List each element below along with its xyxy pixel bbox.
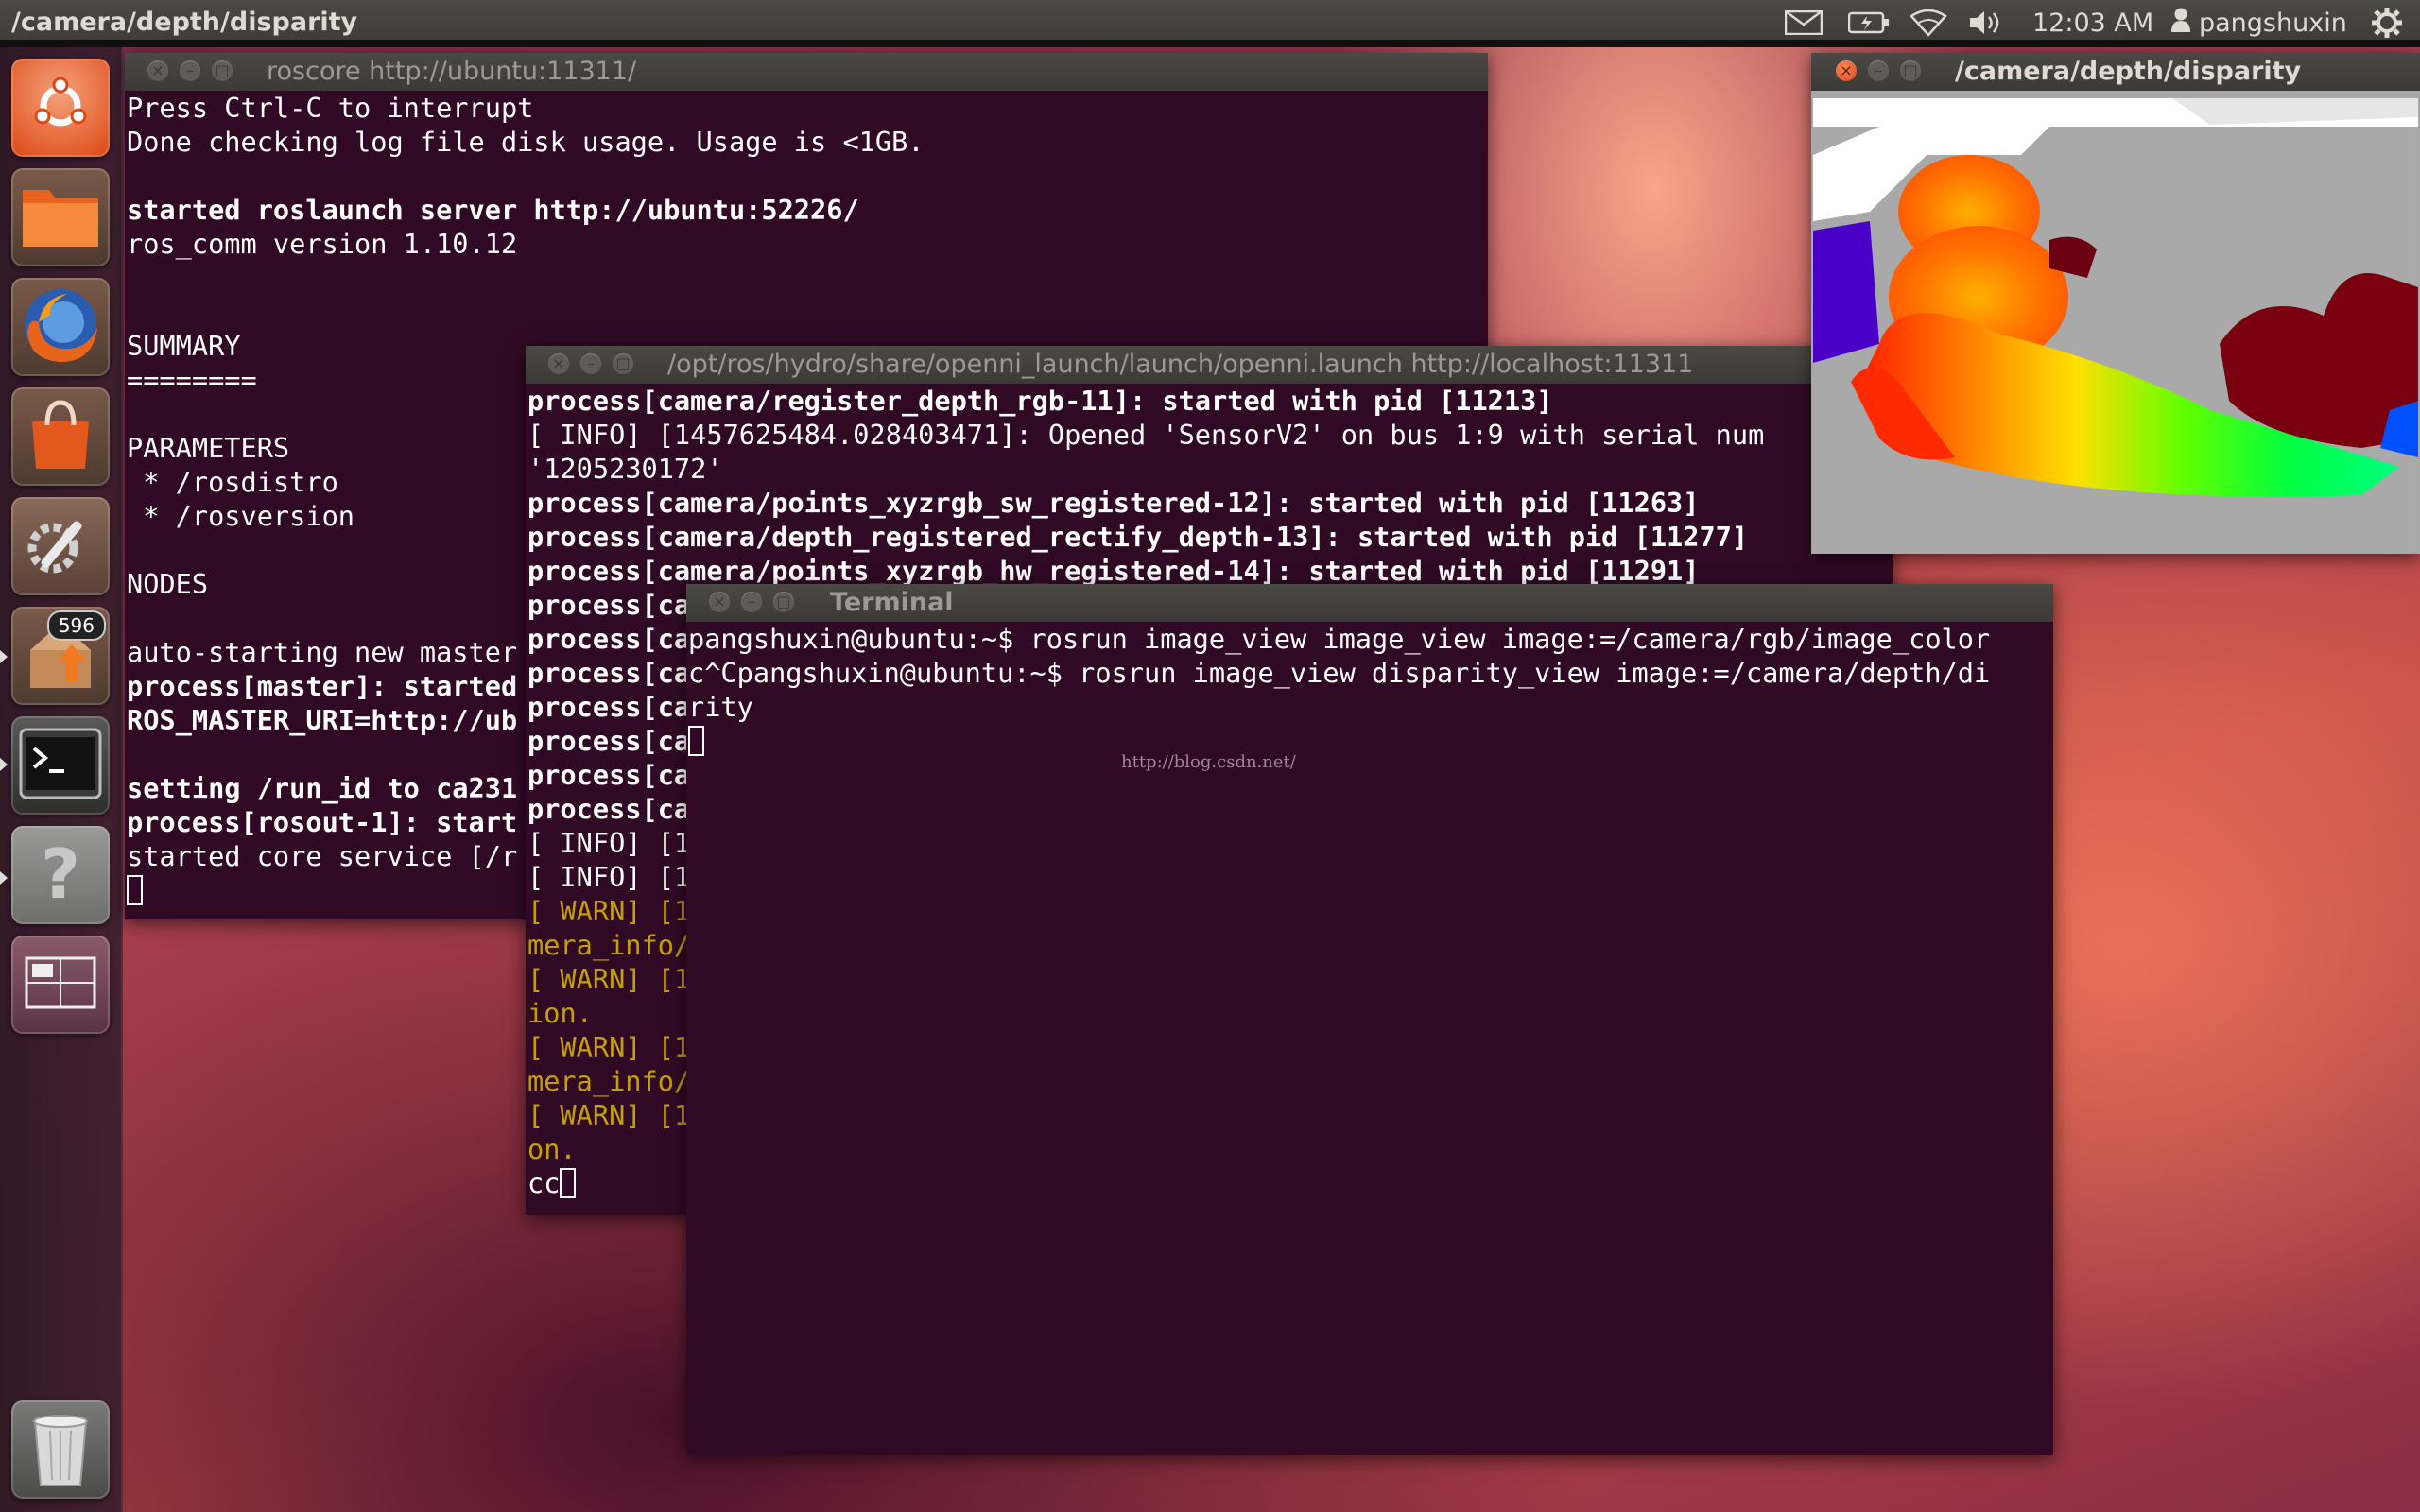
svg-text:?: ? [41,835,80,911]
trash-icon [27,1408,94,1491]
running-indicator [0,650,8,663]
close-button[interactable]: × [548,353,569,374]
terminal-button[interactable] [11,716,110,815]
front-terminal-window[interactable]: × – □ Terminal pangshuxin@ubuntu:~$ rosr… [686,584,2053,1455]
terminal-line: ros_comm version 1.10.12 [127,228,518,260]
terminal-icon [19,728,102,803]
firefox-icon [20,284,101,369]
question-icon: ? [27,834,94,915]
disparity-image [1813,98,2418,552]
workspace-switcher-button[interactable] [11,936,110,1034]
disparity-view-window[interactable]: × – □ /camera/depth/disparity [1811,53,2420,554]
wifi-icon[interactable] [1910,6,1947,40]
running-indicator [0,871,8,885]
window-title: /opt/ros/hydro/share/openni_launch/launc… [667,350,1694,379]
workspace-icon [25,956,96,1013]
top-panel: /camera/depth/disparity 12:03 AM pangshu… [0,0,2420,47]
terminal-line: c^Cpangshuxin@ubuntu:~$ rosrun image_vie… [688,657,1991,689]
terminal-line: started roslaunch server http://ubuntu:5… [127,194,859,226]
terminal-line: pangshuxin@ubuntu:~$ rosrun image_view i… [688,623,1991,655]
clock-time: 12:03 AM [2032,8,2154,38]
minimize-button[interactable]: – [180,60,200,81]
minimize-button[interactable]: – [1868,60,1889,81]
clock[interactable]: 12:03 AM [2032,6,2153,40]
running-indicator [0,758,8,771]
panel-shadow [0,40,2420,47]
terminal-line: process[camera/register_depth_rgb-11]: s… [527,385,1553,417]
maximize-button[interactable]: □ [1900,60,1921,81]
gear-icon[interactable] [2371,6,2403,40]
terminal-line: rity [688,691,753,723]
terminal-line: process[camera/points_xyzrgb_sw_register… [527,487,1700,519]
text-cursor [688,726,704,756]
user-name: pangshuxin [2199,8,2347,38]
front-terminal-output[interactable]: pangshuxin@ubuntu:~$ rosrun image_view i… [688,622,2053,1455]
roscore-titlebar[interactable]: × – □ roscore http://ubuntu:11311/ [125,53,1488,91]
maximize-button[interactable]: □ [773,592,794,612]
close-button[interactable]: × [709,592,730,612]
files-button[interactable] [11,168,110,266]
openni-titlebar[interactable]: × – □ /opt/ros/hydro/share/openni_launch… [526,346,1893,384]
launcher: 596 ? [0,47,123,1512]
watermark-text: http://blog.csdn.net/ [1121,752,1296,772]
help-button[interactable]: ? [11,826,110,924]
terminal-line: process[camera/depth_registered_rectify_… [527,521,1749,553]
software-center-button[interactable] [11,387,110,486]
terminal-line: [ INFO] [1457625484.028403471]: Opened '… [527,419,1765,451]
mail-icon[interactable] [1785,6,1823,40]
terminal-line: '1205230172' [527,453,723,485]
terminal-line: Done checking log file disk usage. Usage… [127,126,925,158]
terminal-line: process[camera/points_xyzrgb_hw_register… [527,555,1700,587]
settings-wrench-icon [23,507,98,586]
update-manager-button[interactable]: 596 [11,607,110,705]
folder-icon [21,182,100,252]
disparity-titlebar[interactable]: × – □ /camera/depth/disparity [1811,53,2420,91]
minimize-button[interactable]: – [741,592,762,612]
minimize-button[interactable]: – [580,353,601,374]
shopping-bag-icon [23,397,98,476]
close-button[interactable]: × [147,60,168,81]
terminal-line: Press Ctrl-C to interrupt [127,92,534,124]
window-title: /camera/depth/disparity [1955,57,2302,86]
user-menu[interactable]: pangshuxin [2170,6,2347,40]
text-cursor [127,875,143,905]
battery-icon[interactable] [1848,6,1890,40]
user-icon [2170,7,2191,40]
window-title: roscore http://ubuntu:11311/ [267,57,637,86]
firefox-button[interactable] [11,278,110,376]
active-window-title: /camera/depth/disparity [11,8,358,37]
maximize-button[interactable]: □ [613,353,633,374]
update-count-badge: 596 [46,610,106,641]
window-title: Terminal [830,588,954,617]
dash-button[interactable] [11,59,110,157]
trash-button[interactable] [11,1400,110,1499]
system-settings-button[interactable] [11,497,110,595]
maximize-button[interactable]: □ [212,60,233,81]
volume-icon[interactable] [1968,6,2006,40]
close-button[interactable]: × [1836,60,1857,81]
text-cursor [560,1168,577,1198]
ubuntu-logo-icon [30,76,91,140]
terminal-titlebar[interactable]: × – □ Terminal [686,584,2053,622]
